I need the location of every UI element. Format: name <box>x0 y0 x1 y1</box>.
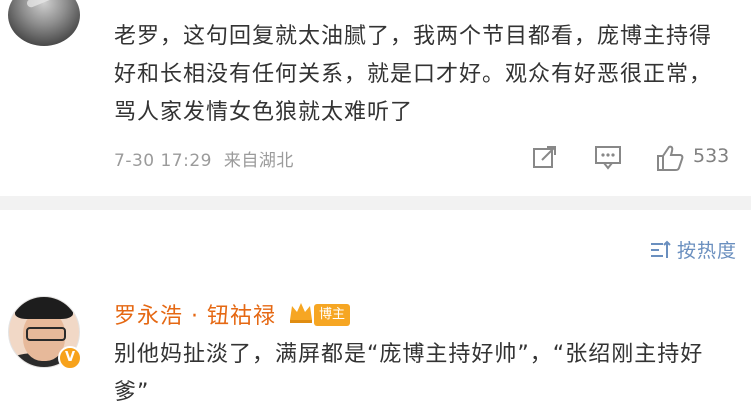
avatar-hair <box>15 297 73 319</box>
reply-button[interactable] <box>594 144 622 174</box>
share-icon <box>533 146 556 168</box>
avatar-art <box>25 0 63 9</box>
avatar-glasses <box>26 327 66 341</box>
comment-text: 别他妈扯淡了，满屏都是“庞博主持好帅”，“张绍刚主持好爹” <box>114 342 704 405</box>
share-button[interactable] <box>532 144 558 174</box>
sort-icon <box>650 240 671 258</box>
comment-text: 老罗，这句回复就太油腻了，我两个节目都看，庞博主持得好和长相没有任何关系，就是口… <box>114 24 713 125</box>
section-divider <box>0 196 751 210</box>
like-icon <box>657 145 684 171</box>
verified-badge-icon: V <box>58 346 82 370</box>
comment-icon <box>595 146 621 170</box>
comment-timestamp: 7-30 17:29 <box>114 151 212 171</box>
comment-card: 老罗，这句回复就太油腻了，我两个节目都看，庞博主持得好和长相没有任何关系，就是口… <box>0 0 751 196</box>
sort-by-heat-button[interactable]: 按热度 <box>649 236 737 263</box>
comment-meta: 7-30 17:29 来自湖北 <box>114 146 300 171</box>
comment-location: 来自湖北 <box>223 151 294 171</box>
like-count: 533 <box>693 145 730 167</box>
sort-label: 按热度 <box>676 240 737 262</box>
comment-card: 按热度 V 罗永浩 · 钮祜禄 博主 别他妈扯淡了，满屏都是“庞博主持好帅”，“… <box>0 210 751 414</box>
username[interactable]: 罗永浩 · 钮祜禄 <box>114 298 276 330</box>
blogger-tag: 博主 <box>314 304 351 326</box>
crown-icon <box>290 303 312 323</box>
avatar[interactable] <box>8 0 80 46</box>
like-button[interactable]: 533 <box>655 144 740 174</box>
